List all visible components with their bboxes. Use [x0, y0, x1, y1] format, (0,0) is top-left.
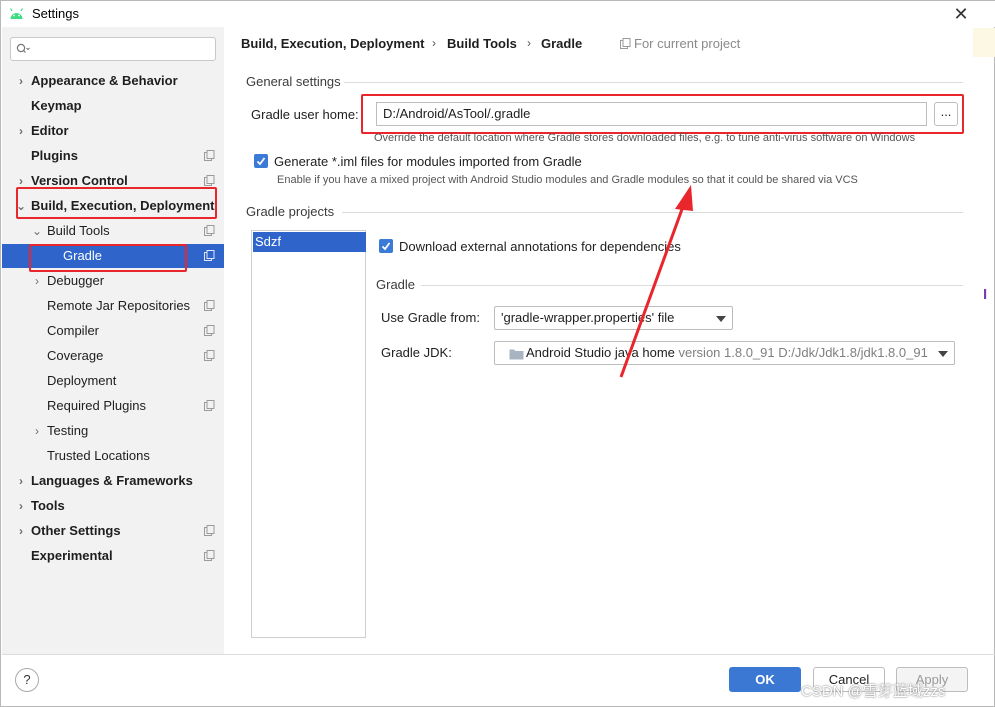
download-annotations-checkbox[interactable] [379, 239, 393, 253]
sidebar-item-trusted-locations[interactable]: Trusted Locations [2, 444, 224, 468]
sidebar-item-remote-jar-repositories[interactable]: Remote Jar Repositories [2, 294, 224, 318]
chevron-down-icon [716, 316, 726, 322]
use-gradle-from-label: Use Gradle from: [381, 310, 480, 325]
iml-hint: Enable if you have a mixed project with … [277, 174, 858, 186]
chevron-right-icon: › [19, 124, 23, 138]
gradle-user-home-label: Gradle user home: [251, 107, 359, 122]
gradle-jdk-dropdown[interactable]: Android Studio java home version 1.8.0_9… [494, 341, 955, 365]
project-scope-icon [620, 38, 631, 49]
android-icon [9, 8, 24, 19]
project-scope-icon [204, 525, 215, 536]
project-scope-icon [204, 550, 215, 561]
sidebar-item-languages-frameworks[interactable]: › Languages & Frameworks [2, 469, 224, 493]
checkmark-icon [256, 157, 266, 166]
background-editor-strip [973, 28, 995, 57]
sidebar-item-testing[interactable]: › Testing [2, 419, 224, 443]
chevron-down-icon: ⌄ [31, 224, 43, 238]
chevron-right-icon: › [19, 474, 23, 488]
project-scope-icon [204, 175, 215, 186]
sidebar-item-coverage[interactable]: Coverage [2, 344, 224, 368]
chevron-right-icon: › [19, 499, 23, 513]
project-scope-icon [204, 225, 215, 236]
sidebar-item-keymap[interactable]: Keymap [2, 94, 224, 118]
sidebar-item-appearance[interactable]: › Appearance & Behavior [2, 69, 224, 93]
title-bar: Settings ✕ [1, 1, 995, 27]
sidebar-item-build-execution-deployment[interactable]: ⌄ Build, Execution, Deployment [2, 194, 224, 218]
gradle-section-title: Gradle [376, 277, 416, 292]
help-icon[interactable]: ? [15, 668, 39, 692]
project-list-item[interactable]: Sdzf [253, 232, 366, 252]
gradle-user-home-input[interactable]: D:/Android/AsTool/.gradle [376, 102, 927, 126]
close-icon[interactable]: ✕ [952, 5, 970, 23]
breadcrumb-separator: › [432, 36, 436, 50]
background-editor-text: I [983, 286, 988, 303]
sidebar-item-gradle[interactable]: Gradle [2, 244, 224, 268]
divider [344, 82, 963, 83]
project-scope-icon [204, 300, 215, 311]
breadcrumb-build-tools: Build Tools [447, 36, 517, 51]
project-scope-icon [204, 150, 215, 161]
chevron-right-icon: › [35, 424, 39, 438]
ok-button[interactable]: OK [729, 667, 801, 692]
settings-search-input[interactable] [10, 37, 216, 61]
sidebar-item-debugger[interactable]: › Debugger [2, 269, 224, 293]
settings-dialog: Settings ✕ › Appearance & Behavior Keyma… [0, 0, 995, 707]
search-icon [16, 43, 30, 53]
sidebar-item-required-plugins[interactable]: Required Plugins [2, 394, 224, 418]
chevron-right-icon: › [19, 174, 23, 188]
annotation-arrow [619, 185, 693, 378]
breadcrumb-gradle: Gradle [541, 36, 583, 51]
scope-label: For current project [634, 36, 741, 51]
chevron-right-icon: › [19, 524, 23, 538]
project-scope-icon [204, 350, 215, 361]
breadcrumb-build-execution: Build, Execution, Deployment [241, 36, 425, 51]
project-scope-icon [204, 400, 215, 411]
footer-divider [2, 654, 995, 655]
chevron-down-icon: ⌄ [15, 199, 27, 213]
sidebar-item-other-settings[interactable]: › Other Settings [2, 519, 224, 543]
sidebar-item-experimental[interactable]: Experimental [2, 544, 224, 568]
sidebar-item-editor[interactable]: › Editor [2, 119, 224, 143]
iml-checkbox[interactable] [254, 154, 268, 168]
checkmark-icon [381, 242, 391, 251]
gradle-projects-list: Sdzf [251, 230, 366, 638]
breadcrumb-separator: › [527, 36, 531, 50]
chevron-right-icon: › [19, 74, 23, 88]
sidebar-item-tools[interactable]: › Tools [2, 494, 224, 518]
project-scope-icon [204, 250, 215, 261]
watermark: CSDN @雪芽蓝域zzs [801, 683, 946, 700]
sidebar-item-deployment[interactable]: Deployment [2, 369, 224, 393]
sidebar-item-build-tools[interactable]: ⌄ Build Tools [2, 219, 224, 243]
sidebar-item-version-control[interactable]: › Version Control [2, 169, 224, 193]
chevron-down-icon [938, 351, 948, 357]
gradle-user-home-hint: Override the default location where Grad… [374, 132, 916, 144]
window-title: Settings [32, 6, 79, 21]
gradle-jdk-label: Gradle JDK: [381, 345, 452, 360]
gradle-projects-title: Gradle projects [246, 204, 335, 219]
general-settings-title: General settings [246, 74, 341, 89]
gradle-jdk-detail: version 1.8.0_91 D:/Jdk/Jdk1.8/jdk1.8.0_… [678, 345, 928, 360]
sidebar-item-plugins[interactable]: Plugins [2, 144, 224, 168]
folder-icon [509, 349, 524, 360]
browse-button[interactable]: ... [934, 102, 958, 126]
iml-checkbox-label: Generate *.iml files for modules importe… [274, 154, 582, 169]
chevron-right-icon: › [35, 274, 39, 288]
sidebar-item-compiler[interactable]: Compiler [2, 319, 224, 343]
project-scope-icon [204, 325, 215, 336]
